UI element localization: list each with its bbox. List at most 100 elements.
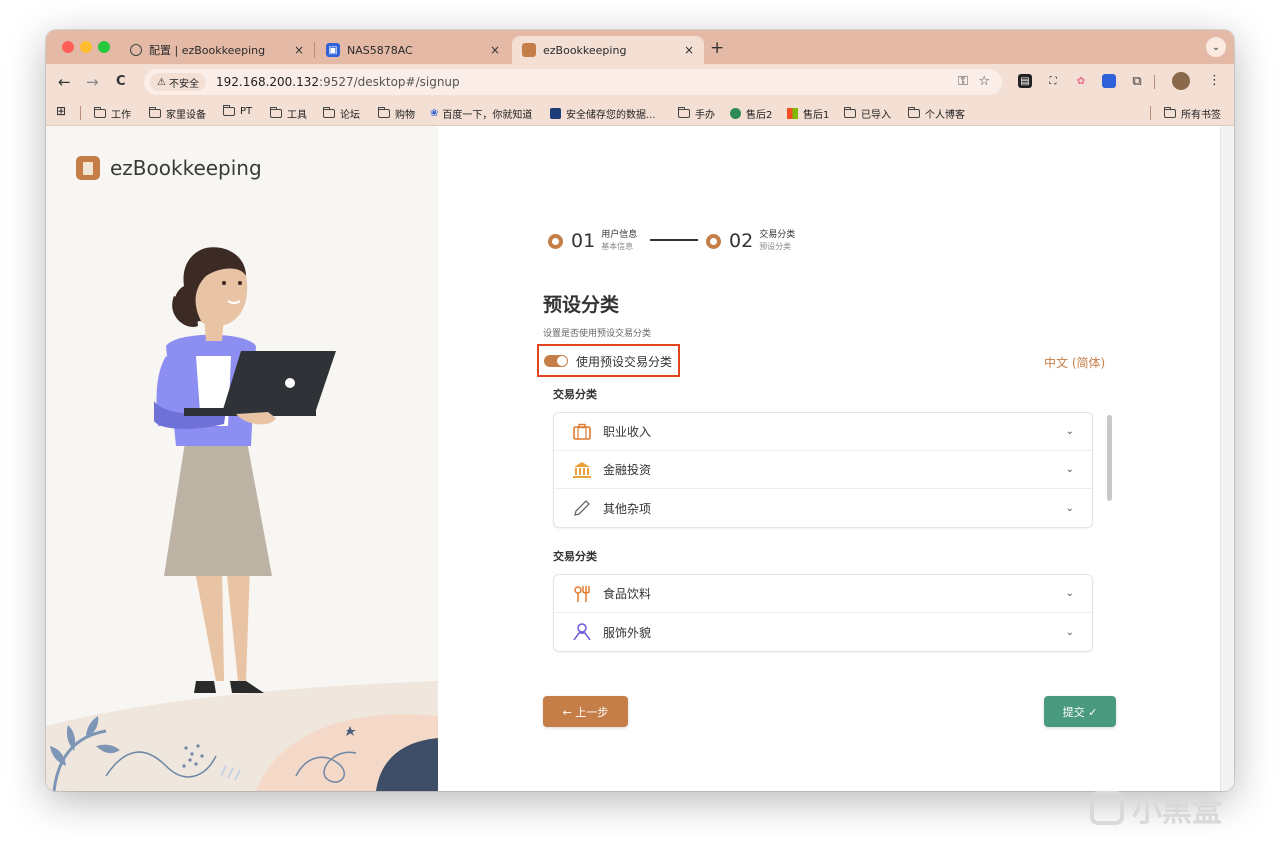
tab-separator xyxy=(314,42,315,58)
step-2: 02 交易分类 预设分类 xyxy=(706,230,795,252)
category-row[interactable]: 金融投资 ⌄ xyxy=(554,451,1092,489)
step-1-subtitle: 基本信息 xyxy=(601,242,634,251)
page-scrollbar[interactable] xyxy=(1220,126,1234,791)
extension-icon-3[interactable]: ✿ xyxy=(1074,74,1088,88)
bookmark-folder[interactable]: 手办 xyxy=(678,106,715,121)
bookmark-site-icon xyxy=(787,108,798,119)
baidu-icon: ❀ xyxy=(430,108,439,119)
folder-icon xyxy=(1164,107,1176,118)
tab-close-icon[interactable]: × xyxy=(684,43,694,57)
step-1-indicator-icon xyxy=(548,233,563,249)
step-1-title: 用户信息 xyxy=(601,230,638,240)
folder-icon xyxy=(149,107,161,118)
bookmark-folder[interactable]: 个人博客 xyxy=(908,106,965,121)
bookmark-link[interactable]: 售后2 xyxy=(730,106,772,121)
page-content: ezBookkeeping 01 用户信息 基本信息 02 交易分类 预设分类 … xyxy=(46,126,1234,791)
folder-icon xyxy=(378,107,390,118)
minimize-window-button[interactable] xyxy=(80,41,92,53)
tab-search-chevron-icon[interactable]: ⌄ xyxy=(1206,37,1226,57)
bookmark-site-icon xyxy=(730,108,741,119)
bookmark-folder[interactable]: 工作 xyxy=(94,106,131,121)
language-selector[interactable]: 中文 (简体) xyxy=(1044,354,1105,371)
menu-kebab-icon[interactable]: ⋮ xyxy=(1208,73,1221,88)
back-button[interactable]: ← xyxy=(58,73,71,91)
category-row[interactable]: 服饰外貌 ⌄ xyxy=(554,613,1092,651)
chevron-down-icon[interactable]: ⌄ xyxy=(1066,426,1074,437)
security-indicator[interactable]: ⚠ 不安全 xyxy=(150,73,206,91)
profile-avatar[interactable] xyxy=(1172,72,1190,90)
maximize-window-button[interactable] xyxy=(98,41,110,53)
preset-categories-toggle-label[interactable]: 使用预设交易分类 xyxy=(576,353,672,370)
close-window-button[interactable] xyxy=(62,41,74,53)
tab-config[interactable]: 配置 | ezBookkeeping × xyxy=(120,36,314,64)
bookmark-star-icon[interactable]: ☆ xyxy=(978,74,990,89)
category-row[interactable]: 食品饮料 ⌄ xyxy=(554,575,1092,613)
tab-close-icon[interactable]: × xyxy=(294,43,304,57)
browser-window: 配置 | ezBookkeeping × ▣ NAS5878AC × ezBoo… xyxy=(46,30,1234,791)
chevron-down-icon[interactable]: ⌄ xyxy=(1066,503,1074,514)
extension-icon-2[interactable]: ⛶ xyxy=(1046,74,1060,88)
nas-icon: ▣ xyxy=(326,43,340,57)
step-2-indicator-icon xyxy=(706,233,721,249)
category-label: 金融投资 xyxy=(603,463,652,477)
folder-icon xyxy=(223,105,235,116)
bookmarks-separator xyxy=(80,106,81,120)
category-card: 食品饮料 ⌄ 服饰外貌 ⌄ xyxy=(553,574,1093,652)
extension-icon-4[interactable] xyxy=(1102,74,1116,88)
bookmark-link[interactable]: ❀ 百度一下，你就知道 xyxy=(430,106,532,121)
key-icon[interactable]: ⚿ xyxy=(958,74,968,89)
extensions-puzzle-icon[interactable]: ⧉ xyxy=(1130,74,1144,89)
step-1-number: 01 xyxy=(571,230,596,252)
briefcase-icon xyxy=(572,422,592,442)
folder-icon xyxy=(908,107,920,118)
bookmark-link[interactable]: 售后1 xyxy=(787,106,829,121)
bookmark-folder[interactable]: 购物 xyxy=(378,106,415,121)
bookmark-folder[interactable]: 工具 xyxy=(270,106,307,121)
extension-icon-1[interactable]: ▤ xyxy=(1018,74,1032,88)
url-text: 192.168.200.132:9527/desktop#/signup xyxy=(215,75,460,89)
tab-ezbookkeeping[interactable]: ezBookkeeping × xyxy=(512,36,704,64)
tab-label: NAS5878AC xyxy=(347,43,413,57)
folder-icon xyxy=(678,107,690,118)
chevron-down-icon[interactable]: ⌄ xyxy=(1066,464,1074,475)
step-connector xyxy=(650,239,698,241)
category-row[interactable]: 职业收入 ⌄ xyxy=(554,413,1092,451)
category-row[interactable]: 其他杂项 ⌄ xyxy=(554,489,1092,527)
tab-bar: 配置 | ezBookkeeping × ▣ NAS5878AC × ezBoo… xyxy=(46,30,1234,64)
ezbookkeeping-icon xyxy=(522,43,536,57)
folder-icon xyxy=(94,107,106,118)
bookmark-folder[interactable]: PT xyxy=(223,105,252,117)
woman-with-laptop-illustration xyxy=(46,247,438,791)
folder-icon xyxy=(270,107,282,118)
submit-button[interactable]: 提交 ✓ xyxy=(1044,696,1116,727)
apps-grid-icon[interactable]: ⊞ xyxy=(56,104,66,118)
all-bookmarks-folder[interactable]: 所有书签 xyxy=(1164,106,1221,121)
page-title: 预设分类 xyxy=(543,294,620,316)
preset-categories-toggle[interactable] xyxy=(544,355,568,367)
category-card: 职业收入 ⌄ 金融投资 ⌄ 其他杂项 ⌄ xyxy=(553,412,1093,528)
bookmark-folder[interactable]: 家里设备 xyxy=(149,106,206,121)
tab-close-icon[interactable]: × xyxy=(490,43,500,57)
globe-icon xyxy=(130,44,142,56)
page-subtitle: 设置是否使用预设交易分类 xyxy=(543,329,652,339)
chevron-down-icon[interactable]: ⌄ xyxy=(1066,588,1074,599)
storage-icon xyxy=(550,108,561,119)
category-label: 其他杂项 xyxy=(603,501,652,516)
bookmarks-bar: ⊞ 工作 家里设备 PT 工具 论坛 购物 ❀ 百度一下，你就知道 安全储存您的数… xyxy=(46,100,1234,126)
chevron-down-icon[interactable]: ⌄ xyxy=(1066,627,1074,638)
bookmark-link[interactable]: 安全储存您的数据... xyxy=(550,106,656,121)
bookmark-folder[interactable]: 已导入 xyxy=(844,106,891,121)
category-list-scrollbar[interactable] xyxy=(1107,415,1112,501)
new-tab-button[interactable]: + xyxy=(710,38,724,58)
bank-icon xyxy=(572,460,592,480)
forward-button[interactable]: → xyxy=(86,73,99,91)
tab-label: 配置 | ezBookkeeping xyxy=(149,44,266,57)
tab-nas[interactable]: ▣ NAS5878AC × xyxy=(316,36,510,64)
previous-step-button[interactable]: ← 上一步 xyxy=(543,696,628,727)
category-label: 职业收入 xyxy=(603,425,652,439)
watermark: 小黑盒 xyxy=(1090,786,1222,830)
reload-button[interactable]: C xyxy=(116,74,126,89)
food-icon xyxy=(572,584,592,604)
address-bar[interactable]: ⚠ 不安全 192.168.200.132:9527/desktop#/sign… xyxy=(144,69,1002,95)
bookmark-folder[interactable]: 论坛 xyxy=(323,106,360,121)
